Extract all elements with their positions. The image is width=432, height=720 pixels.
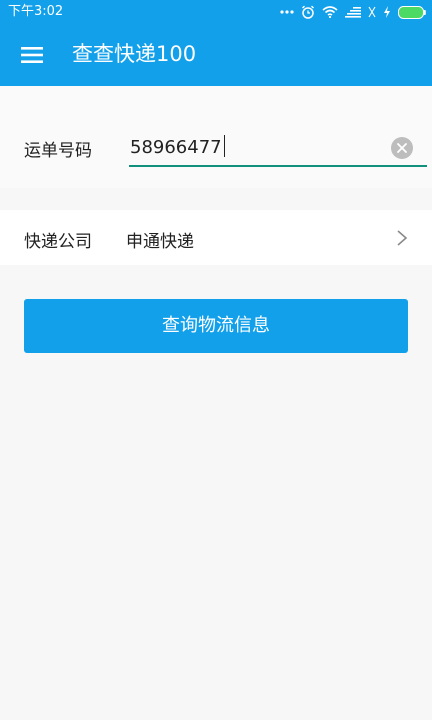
waybill-value: 58966477 [130,137,222,158]
status-bar: 下午3:02 [0,0,432,24]
waybill-input[interactable]: 58966477 [129,130,427,167]
battery-icon [398,5,426,19]
charging-icon [384,6,390,18]
chevron-right-icon [397,230,408,246]
text-caret [223,135,225,157]
company-label: 快递公司 [24,232,92,252]
waybill-value-wrap: 58966477 [130,135,225,158]
more-dots-icon [280,10,294,14]
alarm-icon [302,5,314,19]
wifi-icon [322,6,338,18]
company-selector[interactable]: 快递公司 申通快递 [0,210,432,265]
company-value: 申通快递 [126,232,194,252]
no-sim-icon [368,6,376,18]
app-bar: 查查快递100 [0,24,432,86]
clear-button[interactable] [391,137,413,159]
signal-icon [345,7,361,18]
status-time: 下午3:02 [8,4,64,19]
waybill-label: 运单号码 [24,141,92,161]
hamburger-menu-icon [21,47,43,63]
query-logistics-button[interactable]: 查询物流信息 [24,299,408,353]
menu-button[interactable] [14,39,50,71]
status-icons [280,4,426,20]
waybill-row: 运单号码 58966477 [0,86,432,188]
clear-icon [397,143,407,153]
app-title: 查查快递100 [72,42,197,66]
